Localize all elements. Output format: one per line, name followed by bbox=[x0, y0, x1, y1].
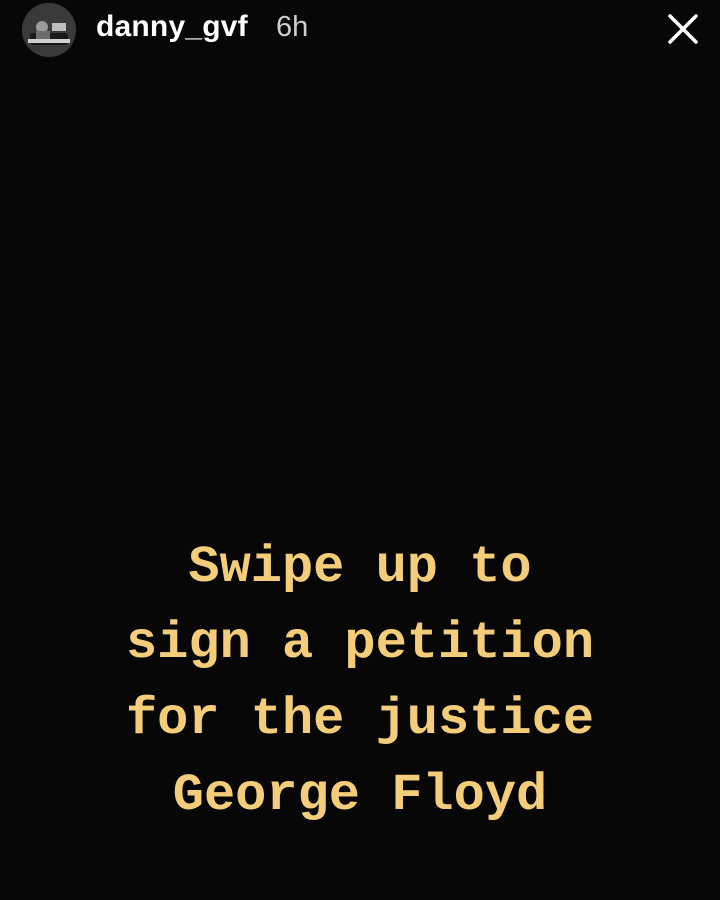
story-message: Swipe up to sign a petition for the just… bbox=[0, 530, 720, 834]
message-line: Swipe up to bbox=[188, 538, 532, 597]
story-viewer[interactable]: danny_gvf 6h Swipe up to sign a petition… bbox=[0, 0, 720, 900]
story-header: danny_gvf 6h bbox=[0, 0, 720, 60]
message-line: George Floyd bbox=[172, 766, 548, 825]
username[interactable]: danny_gvf bbox=[96, 10, 248, 44]
message-line: sign a petition bbox=[125, 614, 595, 673]
story-timestamp: 6h bbox=[276, 11, 309, 43]
profile-photo-icon bbox=[22, 3, 76, 57]
avatar[interactable] bbox=[22, 3, 76, 57]
message-line: for the justice bbox=[125, 690, 595, 749]
close-icon[interactable] bbox=[660, 6, 706, 52]
